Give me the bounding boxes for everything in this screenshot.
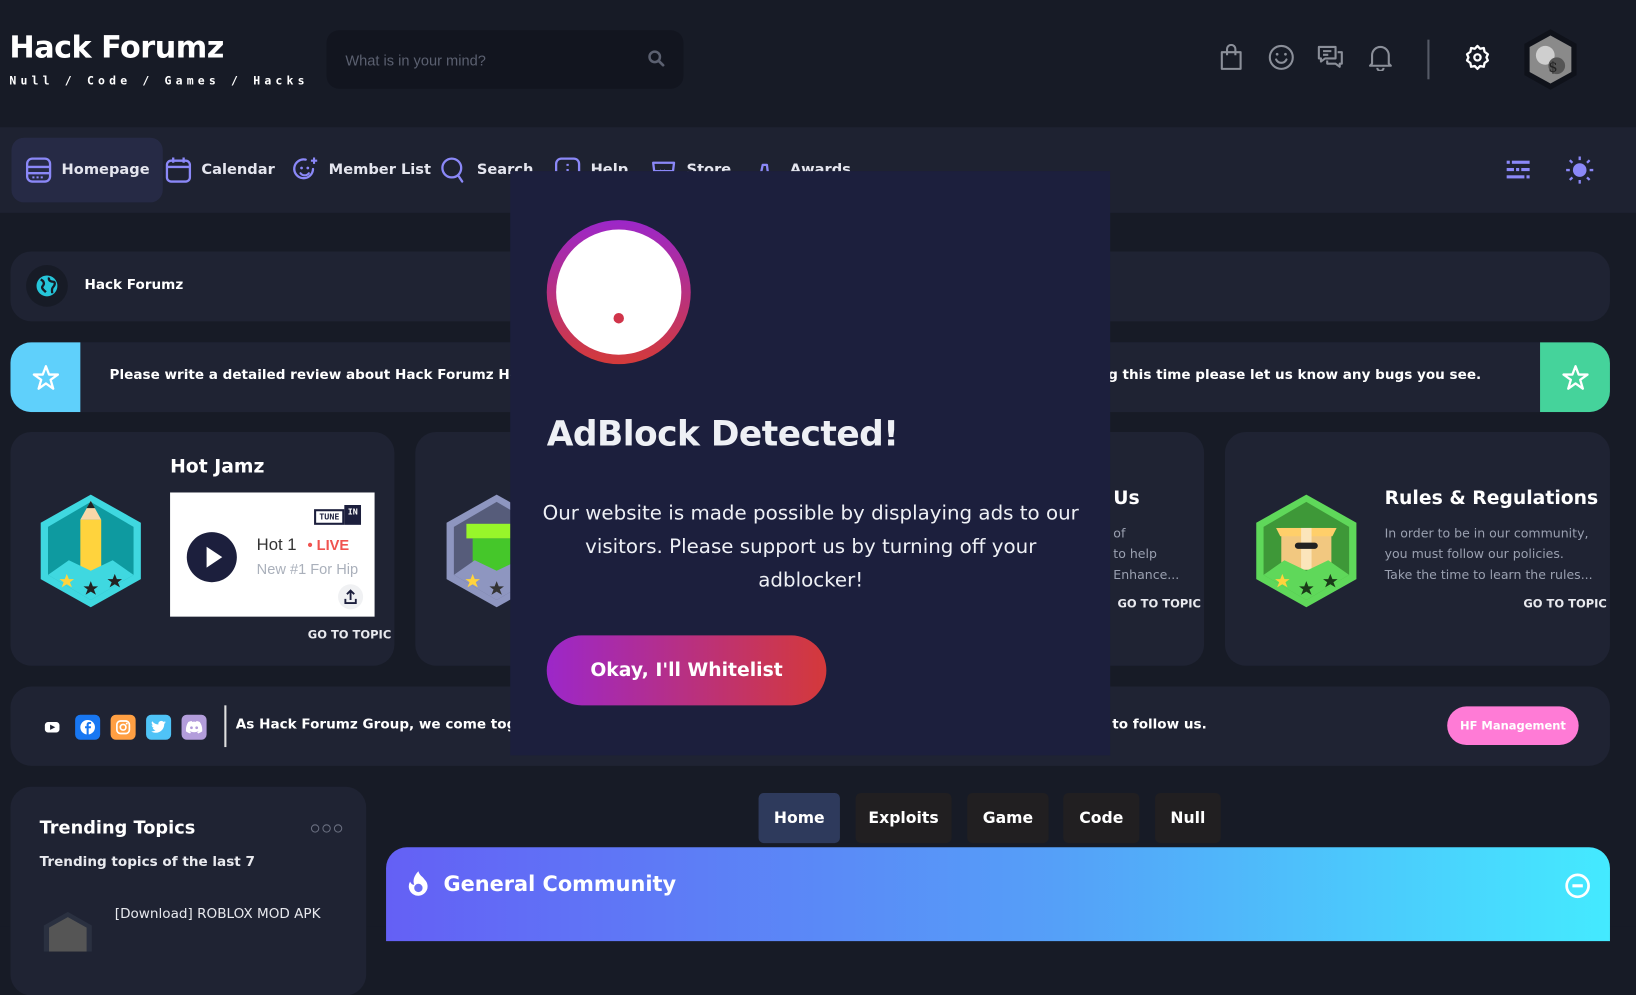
calendar-icon xyxy=(165,157,192,183)
card-rules-regulations: Rules & Regulations In order to be in ou… xyxy=(1224,431,1610,666)
menu-lines-icon[interactable] xyxy=(1506,159,1531,187)
go-to-topic-link[interactable]: GO TO TOPIC xyxy=(308,628,391,642)
play-button[interactable] xyxy=(186,532,237,583)
homepage-icon xyxy=(25,157,52,183)
youtube-icon[interactable] xyxy=(40,715,65,740)
announcement-left-badge xyxy=(10,342,81,413)
live-badge: • LIVE xyxy=(307,536,350,554)
messages-icon[interactable] xyxy=(1317,44,1344,73)
hf-management-button[interactable]: HF Management xyxy=(1447,706,1579,745)
trending-title: Trending Topics xyxy=(39,818,196,839)
topic-thumbnail xyxy=(42,910,94,952)
search-input[interactable] xyxy=(343,30,640,91)
search-icon xyxy=(441,157,464,183)
go-to-topic-link[interactable]: GO TO TOPIC xyxy=(1117,597,1200,611)
social-text-end: to follow us. xyxy=(1112,716,1207,733)
avatar[interactable]: $ xyxy=(1522,28,1578,91)
whitelist-button[interactable]: Okay, I'll Whitelist xyxy=(546,635,827,706)
tab-code[interactable]: Code xyxy=(1063,792,1140,844)
trending-subtitle: Trending topics of the last 7 xyxy=(39,854,255,871)
breadcrumb-home-link[interactable]: Hack Forumz xyxy=(85,278,184,294)
announcement-right-text: g this time please let us know any bugs … xyxy=(1108,367,1482,383)
globe-icon xyxy=(26,265,68,307)
tab-home[interactable]: Home xyxy=(758,792,840,844)
announcement-left-text[interactable]: Please write a detailed review about Hac… xyxy=(110,367,546,383)
smile-icon[interactable] xyxy=(1268,44,1295,73)
member-list-icon xyxy=(293,157,318,180)
page: Hack Forumz Null / Code / Games / Hacks … xyxy=(0,0,1636,995)
gear-icon[interactable] xyxy=(1464,44,1491,73)
site-tagline: Null / Code / Games / Hacks xyxy=(9,74,309,88)
search-bar xyxy=(326,30,684,91)
more-options-icon[interactable] xyxy=(310,824,343,833)
tab-null[interactable]: Null xyxy=(1155,792,1221,844)
pencil-badge-icon xyxy=(38,492,144,614)
nav-item-calendar[interactable]: Calendar xyxy=(151,138,288,203)
adblock-modal: AdBlock Detected! Our website is made po… xyxy=(510,171,1111,756)
tunein-logo: TUNE IN xyxy=(314,505,361,525)
forum-title: General Community xyxy=(443,871,677,897)
share-icon[interactable] xyxy=(338,584,364,610)
station-subtitle: New #1 For Hip xyxy=(256,560,359,578)
bell-icon[interactable] xyxy=(1368,44,1395,73)
search-icon[interactable] xyxy=(648,50,665,72)
nav-item-member-list[interactable]: Member List xyxy=(279,138,445,203)
announcement-right-badge xyxy=(1540,342,1610,413)
modal-title: AdBlock Detected! xyxy=(546,413,899,454)
nav-label: Member List xyxy=(328,161,431,179)
twitter-icon[interactable] xyxy=(146,714,172,740)
discord-icon[interactable] xyxy=(181,714,207,740)
star-icon xyxy=(32,364,59,390)
alert-icon xyxy=(546,220,691,365)
facebook-icon[interactable] xyxy=(75,714,101,740)
svg-text:$: $ xyxy=(1548,59,1557,76)
card-description: In order to be in our community, you must… xyxy=(1384,525,1593,583)
nav-label: Calendar xyxy=(201,161,275,179)
trending-topics-panel: Trending Topics Trending topics of the l… xyxy=(10,786,367,995)
collapse-icon[interactable] xyxy=(1564,872,1591,904)
header-divider xyxy=(1427,39,1430,80)
social-divider xyxy=(224,705,227,748)
forum-section-header: General Community xyxy=(386,847,1610,942)
star-icon xyxy=(1561,364,1589,390)
card-hot-jamz: Hot Jamz TUNE IN Hot 1 • LIVE New #1 For… xyxy=(10,431,395,666)
card-title[interactable]: Hot Jamz xyxy=(170,456,264,478)
box-badge-icon xyxy=(1253,492,1359,614)
go-to-topic-link[interactable]: GO TO TOPIC xyxy=(1523,597,1606,611)
card-title[interactable]: Rules & Regulations xyxy=(1385,487,1599,509)
tab-exploits[interactable]: Exploits xyxy=(855,792,952,844)
site-title[interactable]: Hack Forumz xyxy=(9,29,224,64)
tab-game[interactable]: Game xyxy=(967,792,1049,844)
nav-label: Homepage xyxy=(61,161,150,179)
station-name: Hot 1 • LIVE xyxy=(256,536,350,555)
instagram-icon[interactable] xyxy=(110,714,136,740)
sun-icon[interactable] xyxy=(1565,155,1594,189)
tunein-widget: TUNE IN Hot 1 • LIVE New #1 For Hip xyxy=(170,492,375,617)
nav-item-homepage[interactable]: Homepage xyxy=(11,137,164,203)
modal-message: Our website is made possible by displayi… xyxy=(542,501,1079,592)
card-title[interactable]: Us xyxy=(1113,487,1139,509)
shopping-bag-icon[interactable] xyxy=(1219,43,1246,73)
card-description: of to help Enhance... xyxy=(1113,525,1180,583)
fire-icon xyxy=(407,870,430,902)
trending-topic-link[interactable]: [Download] ROBLOX MOD APK xyxy=(115,907,321,923)
